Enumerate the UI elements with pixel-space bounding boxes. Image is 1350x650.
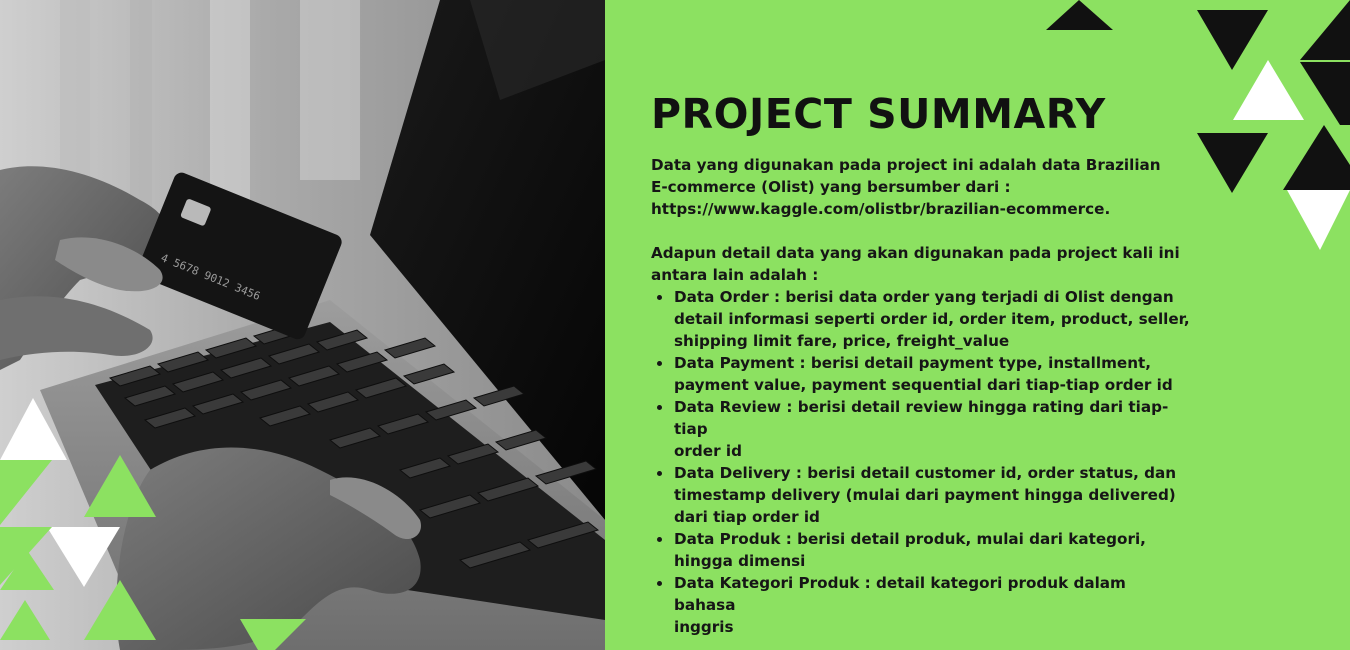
list-line: order id <box>674 442 742 460</box>
laptop-payment-photo: 4 5678 9012 3456 <box>0 0 605 650</box>
details-intro-line: Adapun detail data yang akan digunakan p… <box>651 244 1180 262</box>
slide: 4 5678 9012 3456 PROJECT SUMMARY Data ya… <box>0 0 1350 650</box>
list-line: Data Delivery : berisi detail customer i… <box>674 464 1177 482</box>
summary-content: PROJECT SUMMARY Data yang digunakan pada… <box>651 88 1191 638</box>
list-line: detail informasi seperti order id, order… <box>674 310 1190 328</box>
list-line: inggris <box>674 618 734 636</box>
list-line: Data Produk : berisi detail produk, mula… <box>674 530 1146 548</box>
list-item-data-produk: Data Produk : berisi detail produk, mula… <box>651 528 1191 572</box>
details-list: Data Order : berisi data order yang terj… <box>651 286 1191 638</box>
photo-illustration: 4 5678 9012 3456 <box>0 0 605 650</box>
list-line: timestamp delivery (mulai dari payment h… <box>674 486 1176 504</box>
list-item-data-delivery: Data Delivery : berisi detail customer i… <box>651 462 1191 528</box>
list-item-data-payment: Data Payment : berisi detail payment typ… <box>651 352 1191 396</box>
intro-link: https://www.kaggle.com/olistbr/brazilian… <box>651 200 1111 218</box>
list-line: Data Payment : berisi detail payment typ… <box>674 354 1152 372</box>
intro-line: Data yang digunakan pada project ini ada… <box>651 156 1161 174</box>
list-line: payment value, payment sequential dari t… <box>674 376 1173 394</box>
list-item-data-review: Data Review : berisi detail review hingg… <box>651 396 1191 462</box>
details-intro: Adapun detail data yang akan digunakan p… <box>651 242 1191 286</box>
list-line: shipping limit fare, price, freight_valu… <box>674 332 1010 350</box>
intro-paragraph: Data yang digunakan pada project ini ada… <box>651 154 1191 220</box>
list-line: dari tiap order id <box>674 508 820 526</box>
list-item-data-kategori-produk: Data Kategori Produk : detail kategori p… <box>651 572 1191 638</box>
list-line: Data Review : berisi detail review hingg… <box>674 398 1169 438</box>
list-line: hingga dimensi <box>674 552 806 570</box>
details-intro-line: antara lain adalah : <box>651 266 819 284</box>
intro-line: E-commerce (Olist) yang bersumber dari : <box>651 178 1011 196</box>
list-line: Data Kategori Produk : detail kategori p… <box>674 574 1126 614</box>
list-item-data-order: Data Order : berisi data order yang terj… <box>651 286 1191 352</box>
list-line: Data Order : berisi data order yang terj… <box>674 288 1174 306</box>
page-title: PROJECT SUMMARY <box>651 90 1106 138</box>
